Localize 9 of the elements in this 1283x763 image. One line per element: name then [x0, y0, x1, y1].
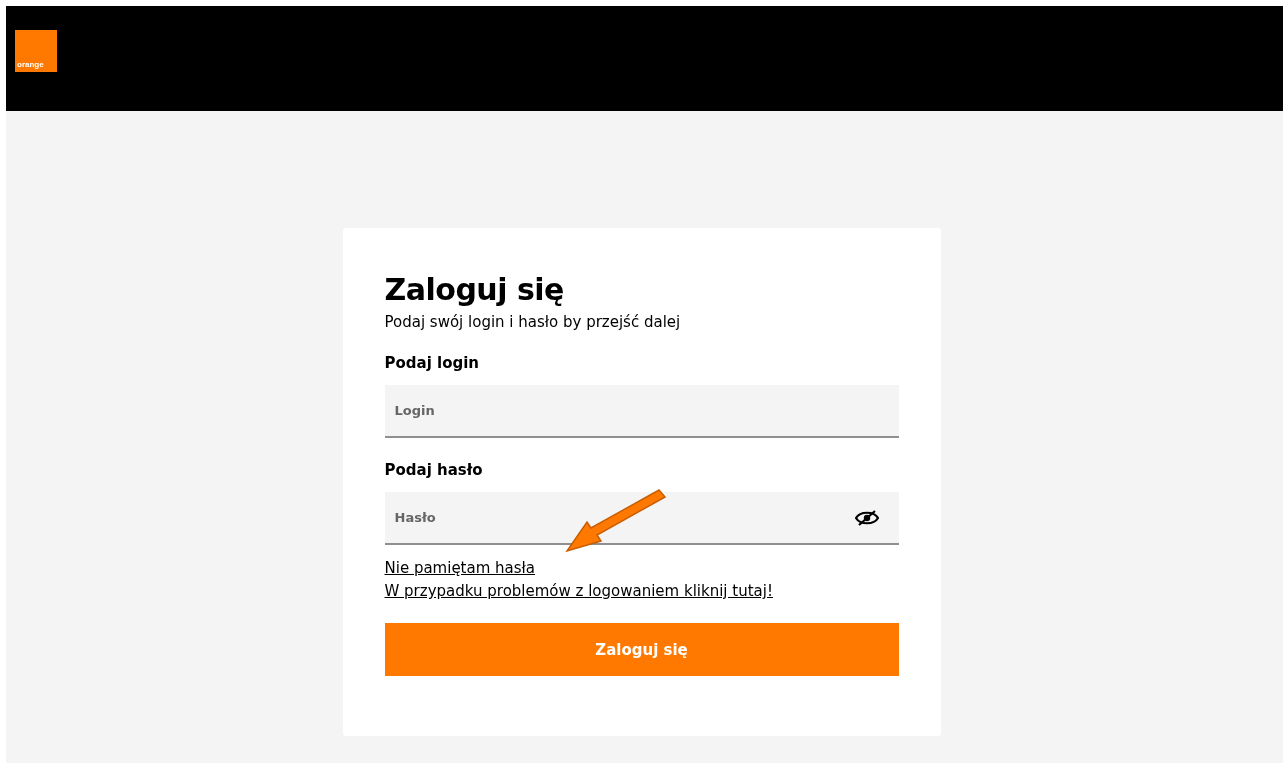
login-field[interactable]: Login	[384, 385, 899, 438]
eye-slash-icon[interactable]	[854, 510, 879, 526]
field-label: Podaj hasło	[384, 461, 483, 479]
password-field[interactable]: Hasło	[384, 492, 899, 545]
form-subtitle: Podaj swój login i hasło by przejść dalej	[384, 313, 681, 331]
text-link[interactable]: W przypadku problemów z logowaniem kliknij tutaj!	[384, 582, 773, 600]
field-label: Podaj login	[384, 354, 480, 372]
form-title: Zaloguj się	[384, 272, 564, 307]
text-link[interactable]: Nie pamiętam hasła	[384, 559, 773, 577]
